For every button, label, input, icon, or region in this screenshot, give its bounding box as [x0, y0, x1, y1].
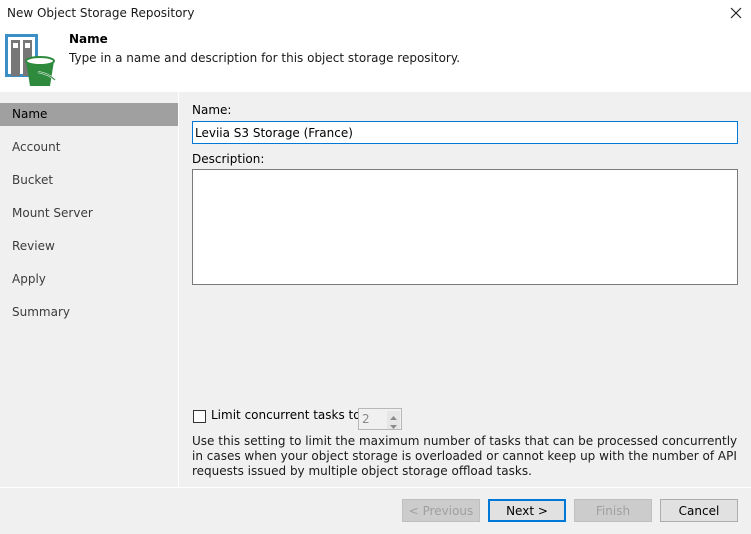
finish-button[interactable]: Finish — [574, 499, 652, 522]
name-label: Name: — [192, 103, 232, 117]
cancel-button[interactable]: Cancel — [660, 499, 738, 522]
close-button[interactable] — [728, 5, 744, 21]
nav-step-apply[interactable]: Apply — [0, 268, 178, 291]
window-title: New Object Storage Repository — [7, 6, 195, 20]
wizard-header: New Object Storage Repository Name Type … — [0, 0, 751, 92]
nav-step-name[interactable]: Name — [0, 103, 178, 126]
close-icon — [728, 5, 744, 21]
nav-step-summary[interactable]: Summary — [0, 301, 178, 324]
name-input[interactable] — [192, 121, 738, 144]
step-title: Name — [69, 32, 108, 46]
description-input[interactable] — [192, 169, 738, 285]
limit-help-text: Use this setting to limit the maximum nu… — [192, 434, 738, 478]
limit-concurrent-tasks-label[interactable]: Limit concurrent tasks to: — [211, 408, 365, 422]
next-button[interactable]: Next > — [488, 499, 566, 522]
name-step-panel: Name: Description: Limit concurrent task… — [179, 92, 751, 487]
wizard-steps-nav: Name Account Bucket Mount Server Review … — [0, 92, 178, 487]
nav-step-review[interactable]: Review — [0, 235, 178, 258]
nav-step-account[interactable]: Account — [0, 136, 178, 159]
previous-button[interactable]: < Previous — [402, 499, 480, 522]
concurrent-tasks-stepper[interactable]: 2 — [358, 408, 402, 430]
nav-step-bucket[interactable]: Bucket — [0, 169, 178, 192]
description-label: Description: — [192, 152, 265, 166]
nav-step-mount-server[interactable]: Mount Server — [0, 202, 178, 225]
step-description: Type in a name and description for this … — [69, 51, 461, 65]
chevron-down-icon — [390, 418, 397, 432]
spin-down-button[interactable] — [387, 420, 400, 429]
storage-bucket-icon — [5, 34, 57, 88]
concurrent-tasks-value[interactable]: 2 — [362, 412, 370, 426]
footer-divider — [0, 487, 751, 488]
limit-concurrent-tasks-checkbox[interactable] — [193, 410, 206, 423]
